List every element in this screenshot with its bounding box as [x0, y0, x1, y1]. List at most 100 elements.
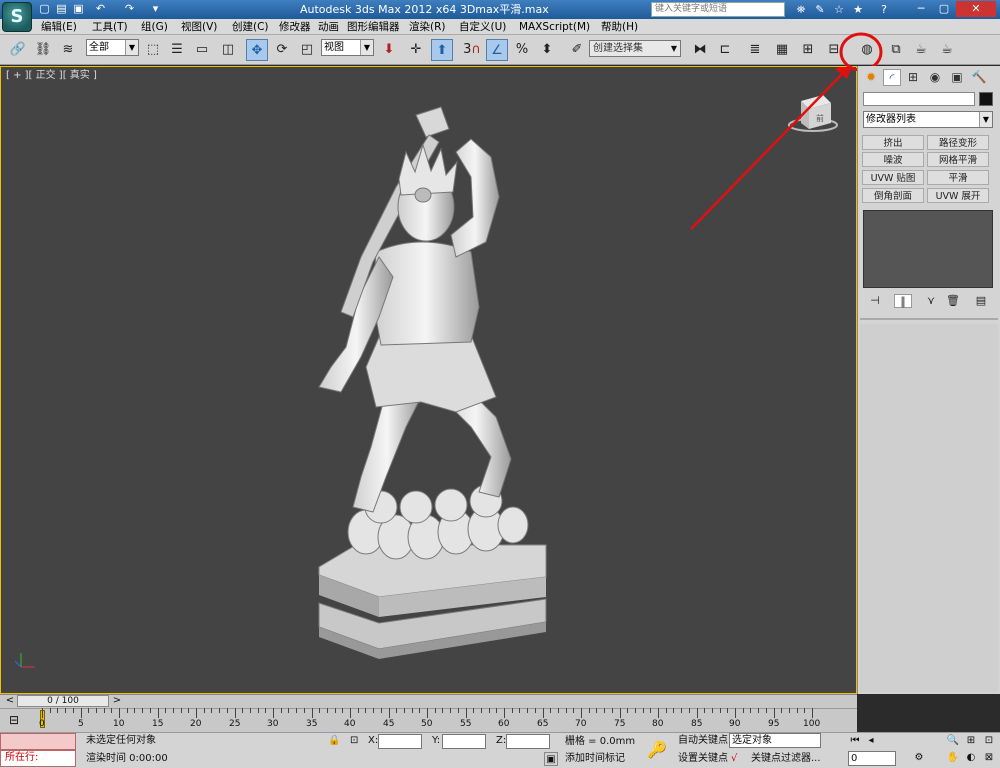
maximize-button[interactable]: ▢ — [933, 1, 955, 17]
time-slider-next-button[interactable]: > — [110, 695, 124, 707]
remove-modifier-icon[interactable]: 🗑 — [944, 294, 962, 308]
menu-graph-editors[interactable]: 图形编辑器 — [347, 19, 400, 35]
object-name-field[interactable] — [863, 92, 975, 106]
select-and-scale-icon[interactable]: ◰ — [296, 39, 318, 61]
percent-snap-icon[interactable]: % — [511, 39, 533, 61]
select-object-icon[interactable]: ⬚ — [142, 39, 164, 61]
object-color-swatch[interactable] — [979, 92, 993, 106]
favorites-icon[interactable]: ★ — [850, 2, 866, 17]
select-and-rotate-icon[interactable]: ⟳ — [271, 39, 293, 61]
selected-object-dropdown[interactable]: 选定对象 — [729, 733, 821, 748]
menu-customize[interactable]: 自定义(U) — [459, 19, 506, 35]
open-file-icon[interactable]: ▤ — [54, 2, 69, 16]
spinner-snap-icon[interactable]: ⬍ — [536, 39, 558, 61]
modifier-stack-list[interactable] — [863, 210, 993, 288]
curve-editor-icon[interactable]: ⊞ — [797, 39, 819, 61]
utilities-tab-icon[interactable]: 🔨 — [970, 69, 988, 86]
configure-modifier-sets-icon[interactable]: ▤ — [972, 294, 990, 308]
set-key-button[interactable]: 设置关键点 — [678, 752, 728, 766]
set-key-icon[interactable]: 🔑 — [643, 738, 671, 762]
y-coordinate-field[interactable] — [442, 734, 486, 749]
help-icon[interactable]: ? — [876, 2, 892, 17]
mini-curve-editor-icon[interactable]: ⊟ — [2, 710, 26, 730]
minimize-button[interactable]: ─ — [910, 1, 932, 17]
modifier-button-uvw-map[interactable]: UVW 贴图 — [862, 170, 924, 185]
quick-access-dropdown-icon[interactable]: ▾ — [148, 2, 163, 16]
time-slider-prev-button[interactable]: < — [3, 695, 17, 707]
search-input[interactable]: 键入关键字或短语 — [651, 2, 785, 17]
key-filters-button[interactable]: 关键点过滤器... — [751, 752, 821, 766]
zoom-icon[interactable]: 🔍 — [946, 734, 960, 748]
z-coordinate-field[interactable] — [506, 734, 550, 749]
zoom-extents-icon[interactable]: ⊡ — [982, 734, 996, 748]
absolute-mode-icon[interactable]: ⊡ — [350, 735, 362, 747]
modifier-button-smooth[interactable]: 平滑 — [927, 170, 989, 185]
redo-icon[interactable]: ↷ — [122, 2, 137, 16]
perspective-viewport[interactable]: 前 [ + ][ 正交 ][ 真实 ] — [0, 66, 857, 694]
zoom-all-icon[interactable]: ⊞ — [964, 734, 978, 748]
bind-space-warp-icon[interactable]: ≋ — [57, 39, 79, 61]
statue-model[interactable] — [318, 106, 547, 659]
menu-help[interactable]: 帮助(H) — [601, 19, 638, 35]
create-tab-icon[interactable]: ✹ — [862, 69, 880, 86]
snaps-toggle-icon[interactable]: 3∩ — [460, 39, 484, 61]
menu-views[interactable]: 视图(V) — [181, 19, 217, 35]
motion-tab-icon[interactable]: ◉ — [926, 69, 944, 86]
star-icon[interactable]: ☆ — [831, 2, 847, 17]
time-slider-thumb[interactable]: 0 / 100 — [17, 695, 109, 707]
modifier-button-bevel-profile[interactable]: 倒角剖面 — [862, 188, 924, 203]
menu-animation[interactable]: 动画 — [318, 19, 339, 35]
reference-coord-dropdown[interactable]: 视图 ▼ — [321, 39, 374, 56]
modifier-button-unwrap-uvw[interactable]: UVW 展开 — [927, 188, 989, 203]
display-tab-icon[interactable]: ▣ — [948, 69, 966, 86]
add-time-tag-button[interactable]: 添加时间标记 — [565, 752, 625, 766]
select-and-manipulate-icon[interactable]: ✛ — [405, 39, 427, 61]
select-by-name-icon[interactable]: ☰ — [166, 39, 188, 61]
pivot-center-icon[interactable]: ⬇ — [378, 39, 400, 61]
edit-named-selection-icon[interactable]: ✐ — [566, 39, 588, 61]
render-setup-icon[interactable]: ⧉ — [885, 39, 907, 61]
time-config-icon[interactable]: ⚙ — [912, 751, 926, 765]
modifier-button-meshsmooth[interactable]: 网格平滑 — [927, 152, 989, 167]
hierarchy-tab-icon[interactable]: ⊞ — [904, 69, 922, 86]
go-to-start-icon[interactable]: ⏮ — [848, 734, 862, 748]
previous-frame-icon[interactable]: ◂ — [864, 734, 878, 748]
auto-key-button[interactable]: 自动关键点 — [678, 734, 728, 748]
orbit-icon[interactable]: ◐ — [964, 751, 978, 765]
x-coordinate-field[interactable] — [378, 734, 422, 749]
menu-group[interactable]: 组(G) — [141, 19, 168, 35]
app-logo-icon[interactable]: S — [2, 2, 32, 32]
maxscript-listener-top[interactable] — [0, 733, 76, 750]
viewport-label[interactable]: [ + ][ 正交 ][ 真实 ] — [6, 70, 97, 82]
menu-create[interactable]: 创建(C) — [232, 19, 269, 35]
make-unique-icon[interactable]: ⋎ — [922, 294, 940, 308]
viewcube[interactable]: 前 — [788, 95, 838, 132]
unlink-icon[interactable]: ⛓ — [32, 39, 54, 61]
angle-snap-icon[interactable]: ∠ — [486, 39, 508, 61]
pin-stack-icon[interactable]: ⊣ — [866, 294, 884, 308]
close-button[interactable]: ✕ — [956, 1, 996, 17]
menu-edit[interactable]: 编辑(E) — [41, 19, 77, 35]
tools-icon[interactable]: ✎ — [812, 2, 828, 17]
menu-tools[interactable]: 工具(T) — [92, 19, 128, 35]
lock-icon[interactable]: 🔒 — [328, 735, 340, 747]
current-frame-field[interactable]: 0 — [848, 751, 896, 766]
align-icon[interactable]: ⊏ — [714, 39, 736, 61]
maxscript-listener[interactable]: 所在行: — [0, 750, 76, 767]
time-slider-track[interactable] — [0, 694, 857, 708]
rendered-frame-window-icon[interactable]: ☕ — [910, 39, 932, 61]
window-crossing-icon[interactable]: ◫ — [217, 39, 239, 61]
binoculars-icon[interactable]: ⛯ — [793, 2, 809, 17]
select-and-move-icon[interactable]: ✥ — [246, 39, 268, 61]
mirror-icon[interactable]: ⧓ — [689, 39, 711, 61]
time-tag-icon[interactable]: ▣ — [544, 752, 558, 766]
modifier-button-path-deform[interactable]: 路径变形 — [927, 135, 989, 150]
modifier-button-extrude[interactable]: 挤出 — [862, 135, 924, 150]
new-file-icon[interactable]: ▢ — [37, 2, 52, 16]
select-and-link-icon[interactable]: 🔗 — [7, 39, 29, 61]
render-production-icon[interactable]: ☕ — [936, 39, 958, 61]
modifier-button-noise[interactable]: 噪波 — [862, 152, 924, 167]
save-file-icon[interactable]: ▣ — [71, 2, 86, 16]
layer-manager-icon[interactable]: ≣ — [744, 39, 766, 61]
modify-tab-icon[interactable]: ◜ — [883, 69, 901, 86]
